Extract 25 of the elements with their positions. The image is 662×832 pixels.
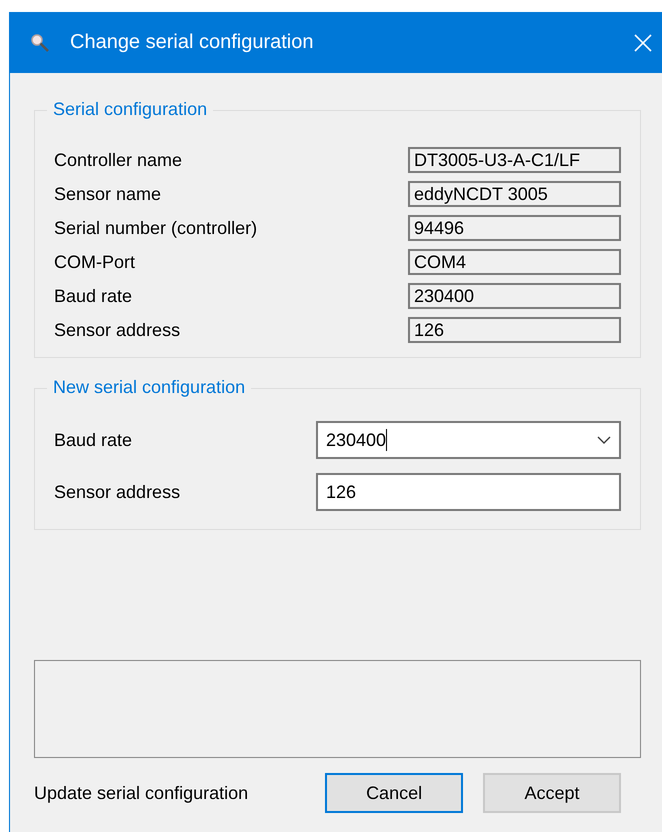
- field-label: Baud rate: [54, 286, 134, 306]
- group-title: Serial configuration: [47, 99, 214, 120]
- field-label: Baud rate: [54, 430, 134, 450]
- readonly-field: COM4: [408, 249, 621, 275]
- baud-rate-dropdown[interactable]: 230400: [316, 421, 621, 459]
- cancel-button[interactable]: Cancel: [325, 773, 464, 813]
- field-label: Sensor name: [54, 184, 162, 204]
- window-title: Change serial configuration: [70, 31, 314, 54]
- readonly-field: eddyNCDT 3005: [408, 181, 621, 207]
- field-label: Sensor address: [54, 320, 182, 340]
- accept-button[interactable]: Accept: [483, 773, 622, 813]
- field-label: Serial number (controller): [54, 218, 258, 238]
- field-label: COM-Port: [54, 252, 136, 272]
- input-field[interactable]: 126: [316, 473, 621, 511]
- magnifier-icon: [30, 32, 50, 52]
- readonly-field: 230400: [408, 283, 621, 309]
- caret-icon: [597, 436, 611, 444]
- status-text: Update serial configuration: [34, 782, 250, 804]
- field-label: Sensor address: [54, 482, 182, 502]
- readonly-field: 94496: [408, 215, 621, 241]
- readonly-field: 126: [408, 317, 621, 343]
- readonly-field: DT3005-U3-A-C1/LF: [408, 147, 621, 173]
- group-title: New serial configuration: [47, 377, 252, 398]
- close-icon[interactable]: [633, 32, 653, 52]
- field-label: Controller name: [54, 150, 184, 170]
